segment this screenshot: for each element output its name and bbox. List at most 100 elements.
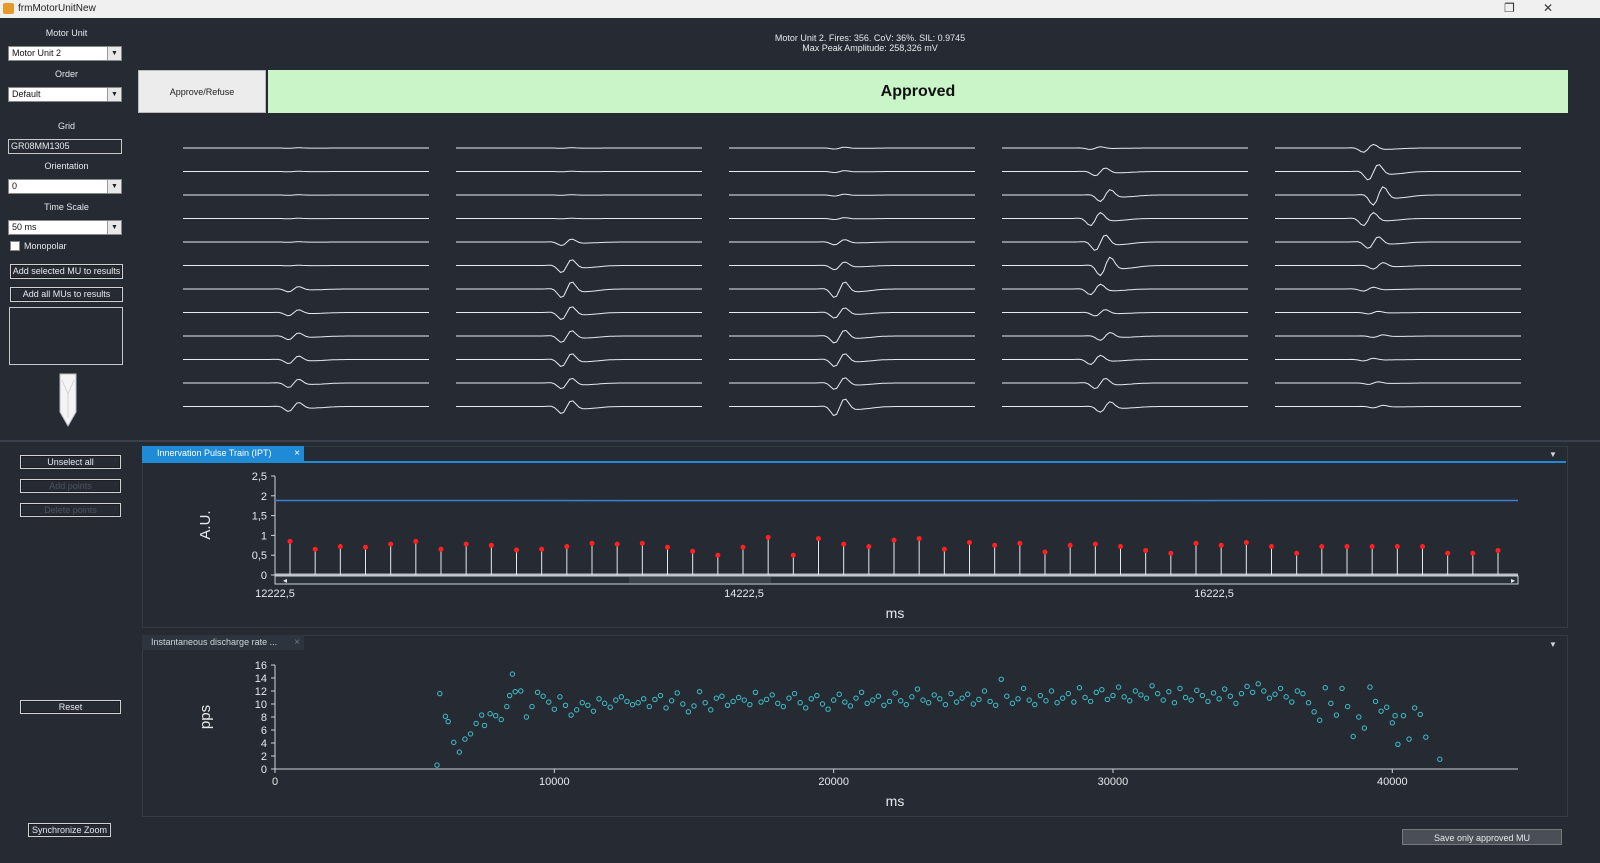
idr-point bbox=[568, 712, 574, 718]
results-list[interactable] bbox=[9, 307, 123, 365]
ipt-x-tick-label: 12222,5 bbox=[255, 588, 295, 600]
idr-point bbox=[1037, 692, 1044, 699]
idr-x-tick-label: 30000 bbox=[1098, 776, 1129, 788]
idr-point bbox=[1082, 694, 1088, 701]
save-approved-mu-button[interactable]: Save only approved MU bbox=[1402, 829, 1562, 845]
idr-x-tick-label: 10000 bbox=[539, 776, 570, 788]
discharge-rate-chart[interactable]: 02468101214160 10000 20000 30000 40000ppsms bbox=[142, 651, 1566, 817]
ipt-chart[interactable]: 2,5 2 1,5 1 0,5 0 A.U. ◂ ▸ 12222,5 14222,5 16222,5 m… bbox=[142, 463, 1566, 626]
idr-point bbox=[442, 713, 449, 720]
idr-point bbox=[573, 707, 580, 713]
muap-trace bbox=[1275, 211, 1521, 227]
idr-point bbox=[1222, 686, 1228, 692]
ipt-spike-marker bbox=[765, 534, 771, 540]
idr-point bbox=[1311, 709, 1317, 715]
ipt-y-axis-label: A.U. bbox=[197, 510, 214, 539]
unselect-all-button[interactable]: Unselect all bbox=[20, 455, 121, 469]
ipt-y-tick-label: 1 bbox=[261, 530, 267, 542]
idr-point bbox=[953, 699, 960, 705]
close-icon[interactable]: × bbox=[294, 446, 300, 461]
idr-point bbox=[886, 698, 893, 705]
idr-x-tick-label: 40000 bbox=[1377, 776, 1408, 788]
delete-points-button[interactable]: Delete points bbox=[20, 503, 121, 517]
ipt-spike-marker bbox=[690, 548, 696, 554]
tab-ipt-label: Innervation Pulse Train (IPT) bbox=[157, 448, 272, 458]
idr-point bbox=[657, 692, 664, 699]
idr-point bbox=[830, 697, 837, 703]
chevron-down-icon[interactable]: ▼ bbox=[107, 47, 121, 60]
monopolar-checkbox[interactable] bbox=[10, 241, 20, 251]
reset-button[interactable]: Reset bbox=[20, 700, 121, 714]
chevron-down-icon[interactable]: ▼ bbox=[107, 180, 121, 193]
idr-point bbox=[814, 692, 820, 699]
ipt-spike-marker bbox=[1017, 540, 1023, 546]
grid-field[interactable]: GR08MM1305 bbox=[8, 139, 122, 154]
restore-icon[interactable]: ❐ bbox=[1504, 1, 1515, 15]
chevron-down-icon[interactable]: ▼ bbox=[107, 88, 121, 101]
idr-point bbox=[959, 695, 965, 701]
muap-trace bbox=[1002, 211, 1248, 227]
idr-point bbox=[437, 690, 443, 697]
idr-point bbox=[1071, 699, 1077, 705]
idr-point bbox=[1392, 712, 1398, 719]
synchronize-zoom-button[interactable]: Synchronize Zoom bbox=[28, 823, 111, 837]
ipt-x-tick-label: 16222,5 bbox=[1194, 588, 1234, 600]
ipt-y-tick-label: 0,5 bbox=[252, 550, 267, 562]
muap-trace bbox=[729, 281, 975, 298]
idr-point bbox=[1289, 699, 1295, 705]
muap-trace bbox=[183, 309, 429, 317]
ipt-spike-marker bbox=[1118, 543, 1123, 549]
close-icon[interactable]: × bbox=[294, 635, 300, 650]
close-icon[interactable]: ✕ bbox=[1543, 1, 1553, 15]
muap-trace bbox=[456, 147, 702, 149]
ipt-spike-marker bbox=[589, 540, 595, 546]
idr-point bbox=[730, 698, 736, 705]
idr-point bbox=[1048, 688, 1055, 694]
grid-label: Grid bbox=[57, 121, 75, 131]
idr-y-tick-label: 12 bbox=[255, 686, 267, 698]
idr-point bbox=[523, 714, 530, 720]
idr-point bbox=[780, 703, 787, 710]
muap-trace bbox=[1002, 309, 1248, 317]
idr-point bbox=[1043, 698, 1049, 704]
muap-trace bbox=[729, 170, 975, 174]
panel-divider[interactable] bbox=[0, 440, 1600, 442]
add-points-button[interactable]: Add points bbox=[20, 479, 121, 493]
idr-point bbox=[596, 696, 602, 702]
tab-ipt[interactable]: Innervation Pulse Train (IPT) × bbox=[142, 446, 304, 461]
idr-point bbox=[1216, 696, 1222, 702]
idr-point bbox=[546, 699, 552, 705]
idr-point bbox=[1367, 684, 1373, 690]
order-select[interactable]: Default ▼ bbox=[8, 87, 122, 102]
idr-point bbox=[506, 692, 513, 699]
tab-discharge-rate[interactable]: Instantaneous discharge rate ... × bbox=[142, 635, 304, 650]
motor-unit-select[interactable]: Motor Unit 2 ▼ bbox=[8, 46, 122, 61]
chevron-down-icon[interactable]: ▼ bbox=[1549, 640, 1557, 649]
muap-trace bbox=[456, 259, 702, 273]
idr-point bbox=[735, 694, 742, 701]
idr-y-tick-label: 8 bbox=[261, 712, 267, 724]
idr-point bbox=[1272, 691, 1278, 697]
idr-point bbox=[1020, 685, 1027, 692]
time-scale-select[interactable]: 50 ms ▼ bbox=[8, 220, 122, 235]
chevron-down-icon[interactable]: ▼ bbox=[1549, 450, 1557, 459]
idr-y-tick-label: 0 bbox=[261, 764, 267, 776]
ipt-spike-marker bbox=[287, 538, 293, 544]
ipt-spike-marker bbox=[941, 546, 947, 552]
ipt-spike-marker bbox=[1294, 550, 1300, 556]
orientation-select[interactable]: 0 ▼ bbox=[8, 179, 122, 194]
chevron-down-icon[interactable]: ▼ bbox=[107, 221, 121, 234]
idr-point bbox=[498, 716, 504, 723]
add-selected-mu-button[interactable]: Add selected MU to results bbox=[10, 264, 123, 279]
muap-trace bbox=[1275, 381, 1521, 385]
ipt-spike-marker bbox=[463, 541, 469, 547]
add-all-mus-button[interactable]: Add all MUs to results bbox=[10, 287, 123, 302]
idr-point bbox=[1333, 712, 1340, 718]
approve-refuse-button[interactable]: Approve/Refuse bbox=[138, 70, 266, 113]
order-label: Order bbox=[54, 69, 78, 79]
ipt-x-tick-label: 14222,5 bbox=[724, 588, 764, 600]
muap-trace bbox=[1275, 262, 1521, 270]
idr-point bbox=[462, 736, 468, 742]
idr-point bbox=[585, 702, 591, 708]
idr-point bbox=[1328, 700, 1334, 707]
